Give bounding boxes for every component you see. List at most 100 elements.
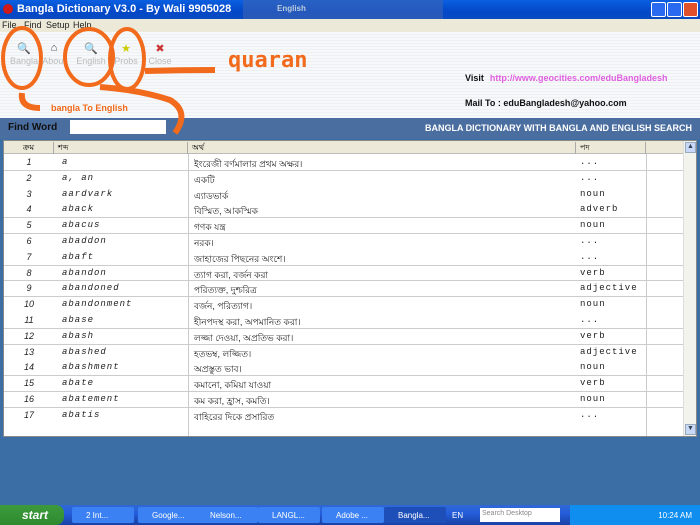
table-row[interactable]: 5 abacus গণক যন্ত্র noun — [4, 218, 684, 234]
search-icon: 🔍 — [84, 43, 98, 55]
language-indicator[interactable]: EN — [452, 511, 463, 520]
row-pos: ... — [580, 157, 600, 167]
menu-file[interactable]: File — [2, 20, 17, 30]
row-meaning: হীনপদস্থ করা, অপমানিত করা। — [194, 316, 301, 327]
table-row[interactable]: 1 a ইংরেজী বর্ণমালার প্রথম অক্ষর।... — [4, 155, 684, 171]
start-button[interactable]: start — [0, 505, 64, 525]
row-serial: 4 — [26, 204, 32, 215]
english-button[interactable]: 🔍 English — [72, 42, 110, 66]
table-row[interactable]: 7 abaft জাহাজের পিছনের অংশে।... — [4, 250, 684, 266]
row-word: abash — [62, 330, 95, 341]
row-meaning: জাহাজের পিছনের অংশে। — [194, 253, 286, 264]
row-pos: verb — [580, 330, 606, 341]
row-pos: adverb — [580, 204, 619, 215]
button-label: Probs — [114, 56, 138, 66]
button-label: English — [76, 56, 106, 66]
table-row[interactable]: 2 a, an একটি... — [4, 171, 684, 187]
row-word: abandonment — [62, 299, 133, 310]
minimize-button[interactable] — [651, 2, 666, 17]
table-row[interactable]: 8 abandon ত্যাগ করা, বর্জন করা verb — [4, 266, 684, 282]
table-row[interactable]: 4 aback বিস্মিত, আকস্মিক adverb — [4, 202, 684, 219]
find-word-input[interactable] — [70, 120, 166, 134]
row-word: abase — [62, 314, 95, 325]
row-word: abacus — [62, 220, 101, 231]
table-row[interactable]: 10 abandonment বর্জন, পরিত্যাগ। noun — [4, 297, 684, 313]
row-serial: 6 — [26, 235, 32, 246]
probs-button[interactable]: ★ Probs — [107, 42, 145, 66]
mail-line: Mail To : eduBangladesh@yahoo.com — [465, 98, 627, 108]
row-meaning: অপ্রস্তুত ভাব। — [194, 364, 242, 375]
taskbar: start 2 Int... Google... Nelson... LANGL… — [0, 505, 700, 525]
row-serial: 3 — [26, 188, 32, 199]
row-pos: noun — [580, 188, 606, 199]
button-label: Bangla — [9, 56, 39, 66]
about-button[interactable]: ⌂ About — [35, 42, 73, 66]
app-icon — [3, 4, 13, 14]
maximize-button[interactable] — [667, 2, 682, 17]
row-word: abandoned — [62, 283, 120, 294]
menu-setup[interactable]: Setup — [46, 20, 70, 30]
annotation-bangla-to-english: bangla To English — [51, 103, 128, 113]
table-header: ক্রম শব্দ অর্থ পদ — [4, 141, 684, 154]
table-row[interactable]: 16 abatement কম করা, হ্রাস, কমতি। noun — [4, 392, 684, 408]
task-item[interactable]: Adobe ... — [322, 507, 384, 523]
row-meaning: নরক। — [194, 237, 214, 248]
find-word-label: Find Word — [8, 122, 58, 133]
vertical-scrollbar[interactable]: ▲ ▼ — [683, 141, 696, 436]
table-row[interactable]: 13 abashed হতভম্ব, লজ্জিত। adjective — [4, 345, 684, 361]
row-meaning: একটি — [194, 174, 215, 185]
close-window-button[interactable] — [683, 2, 698, 17]
scroll-down-icon[interactable]: ▼ — [685, 424, 696, 435]
row-serial: 7 — [26, 251, 32, 262]
row-word: abashment — [62, 362, 120, 373]
row-serial: 5 — [26, 220, 32, 231]
task-item[interactable]: Google... — [138, 507, 200, 523]
results-table: ক্রম শব্দ অর্থ পদ 1 a ইংরেজী বর্ণমালার প্র… — [3, 140, 697, 437]
row-pos: ... — [580, 314, 600, 325]
header-serial[interactable]: ক্রম — [4, 142, 54, 154]
close-button[interactable]: ✖ Close — [141, 42, 179, 66]
menu-help[interactable]: Help — [73, 20, 92, 30]
row-serial: 1 — [26, 157, 32, 167]
task-item[interactable]: Nelson... — [196, 507, 258, 523]
row-serial: 17 — [23, 409, 34, 420]
window-title: Bangla Dictionary V3.0 - By Wali 9905028 — [17, 3, 232, 15]
visit-label: Visit — [465, 73, 484, 83]
table-row[interactable]: 12 abash লজ্জা দেওয়া, অপ্রতিভ করা। verb — [4, 329, 684, 345]
row-serial: 16 — [23, 393, 34, 404]
visit-line: Visit http://www.geocities.com/eduBanglad… — [465, 73, 668, 83]
scroll-up-icon[interactable]: ▲ — [685, 142, 696, 153]
row-meaning: বর্জন, পরিত্যাগ। — [194, 301, 253, 312]
language-bar[interactable]: English — [243, 0, 443, 19]
table-row[interactable]: 15 abate কমানো, কমিয়া যাওয়া verb — [4, 376, 684, 392]
task-item[interactable]: LANGL... — [258, 507, 320, 523]
row-meaning: ইংরেজী বর্ণমালার প্রথম অক্ষর। — [194, 159, 303, 169]
header-pos[interactable]: পদ — [576, 142, 646, 154]
language-label: English — [277, 4, 306, 13]
row-serial: 2 — [26, 172, 32, 183]
row-serial: 10 — [23, 299, 34, 310]
header-meaning[interactable]: অর্থ — [188, 142, 576, 154]
table-row[interactable]: 6 abaddon নরক।... — [4, 234, 684, 250]
table-row[interactable]: 11 abase হীনপদস্থ করা, অপমানিত করা।... — [4, 313, 684, 329]
row-pos: noun — [580, 393, 606, 404]
menu-find[interactable]: Find — [24, 20, 42, 30]
mail-address[interactable]: eduBangladesh@yahoo.com — [503, 98, 626, 108]
task-item-active[interactable]: Bangla... — [384, 507, 446, 523]
table-row[interactable]: 9 abandoned পরিত্যক্ত, দুশ্চরিত্র adjective — [4, 281, 684, 298]
desktop-search-input[interactable]: Search Desktop — [480, 508, 560, 522]
row-meaning: বাহিরের দিকে প্রসারিত — [194, 411, 275, 422]
header-word[interactable]: শব্দ — [54, 142, 188, 154]
row-pos: adjective — [580, 283, 638, 294]
mail-label: Mail To : — [465, 98, 501, 108]
row-pos: noun — [580, 362, 606, 373]
button-label: Close — [148, 56, 172, 66]
table-row[interactable]: 3 aardvark এ্যাডভার্ক noun — [4, 187, 684, 203]
row-word: abaft — [62, 251, 95, 262]
table-row[interactable]: 17 abatis বাহিরের দিকে প্রসারিত... — [4, 408, 684, 424]
row-word: abatis — [62, 409, 101, 420]
task-item[interactable]: 2 Int... — [72, 507, 134, 523]
website-link[interactable]: http://www.geocities.com/eduBangladesh — [490, 73, 668, 83]
row-word: aardvark — [62, 188, 114, 199]
table-row[interactable]: 14 abashment অপ্রস্তুত ভাব। noun — [4, 360, 684, 377]
